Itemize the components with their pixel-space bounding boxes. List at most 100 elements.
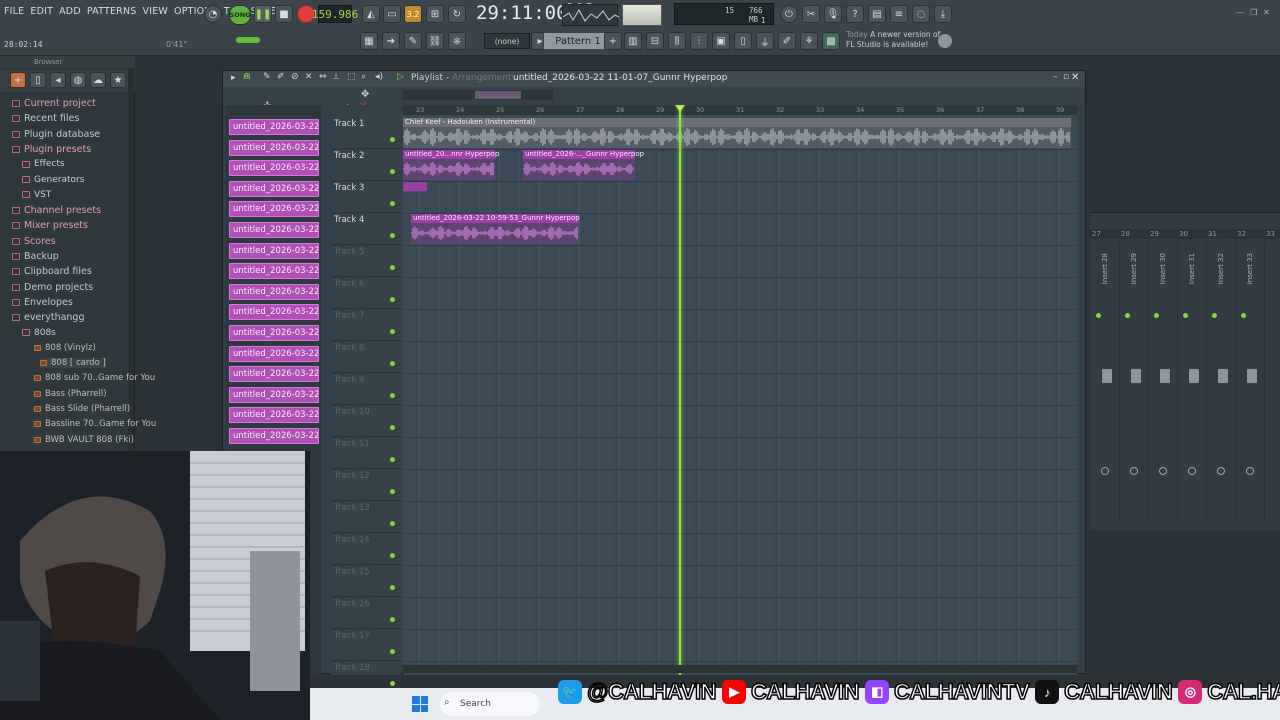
track-header[interactable]: Track 13 — [331, 501, 401, 533]
browser-item[interactable]: Bassline 70..Game for You — [34, 419, 156, 429]
track-mute-led[interactable] — [390, 361, 395, 366]
store-icon[interactable]: ▩ — [822, 32, 840, 50]
track-mute-led[interactable] — [390, 681, 395, 686]
metronome-icon[interactable]: ◭ — [362, 5, 380, 23]
track-mute-led[interactable] — [390, 521, 395, 526]
stamp-icon[interactable]: ⎈ — [448, 32, 466, 50]
master-volume-slider[interactable] — [236, 37, 260, 43]
news-panel[interactable]: Today A newer version of FL Studio is av… — [846, 30, 946, 50]
close-icon[interactable]: ✕ — [1263, 8, 1270, 17]
browser-item[interactable]: Mixer presets — [12, 220, 88, 231]
cut-icon[interactable]: ✂ — [802, 5, 820, 23]
chat-icon[interactable]: ◌ — [912, 5, 930, 23]
power-icon[interactable]: ⏻ — [780, 5, 798, 23]
slip-tool-icon[interactable]: ⇔ — [319, 72, 327, 82]
menu-edit[interactable]: EDIT — [30, 6, 53, 17]
track-mute-led[interactable] — [390, 137, 395, 142]
track-mute-led[interactable] — [390, 329, 395, 334]
pattern-item[interactable]: untitled_2026-03-22 10- — [229, 263, 319, 280]
pattern-item[interactable]: untitled_2026-03-22 10- — [229, 325, 319, 341]
browser-item[interactable]: Generators — [22, 175, 84, 185]
track-header[interactable]: Track 2 — [331, 149, 401, 181]
insert-pan-knob[interactable] — [1188, 467, 1196, 475]
browser-item[interactable]: Demo projects — [12, 282, 93, 293]
pencil-icon[interactable]: ✎ — [404, 32, 422, 50]
pattern-item[interactable]: untitled_2026-03-22 10- — [229, 407, 319, 424]
browser-item[interactable]: Bass (Pharrell) — [34, 389, 107, 399]
browser-file-icon[interactable]: ▯ — [30, 72, 46, 88]
browser-cloud-icon[interactable]: ☁ — [90, 72, 106, 88]
zoom-tool-icon[interactable]: ⌕ — [361, 72, 366, 82]
audio-clip[interactable]: untitled_20...nnr Hyperpop — [403, 150, 499, 180]
track-header[interactable]: Track 12 — [331, 469, 401, 501]
plug-icon[interactable]: ⏚ — [756, 32, 774, 50]
mixer-insert[interactable]: Insert 28 — [1092, 243, 1120, 523]
magnet-icon[interactable]: ⋒ — [243, 72, 251, 82]
insert-fader[interactable] — [1218, 369, 1228, 383]
browser-item[interactable]: 808 (Vinylz) — [34, 343, 96, 353]
pattern-item[interactable]: untitled_2026-03-22 10- — [229, 345, 319, 362]
delete-tool-icon[interactable]: ⊘ — [291, 72, 299, 82]
insert-enable-led[interactable] — [1154, 313, 1159, 318]
link-icon[interactable]: ⛓ — [426, 32, 444, 50]
pattern-item[interactable]: untitled_2026-03-22 10- — [229, 222, 319, 238]
track-header[interactable]: Track 7 — [331, 309, 401, 341]
insert-pan-knob[interactable] — [1101, 467, 1109, 475]
insert-enable-led[interactable] — [1241, 313, 1246, 318]
browser-item[interactable]: Bass Slide (Pharrell) — [34, 404, 130, 414]
track-header[interactable]: Track 11 — [331, 437, 401, 469]
pattern-item[interactable]: untitled_2026-03-22 10- — [229, 366, 319, 383]
timeline-ruler[interactable]: 23 24 25 26 27 28 29 30 31 32 33 34 35 36 37 38 39 — [403, 105, 1077, 115]
menu-view[interactable]: VIEW — [143, 6, 169, 17]
mixer-insert[interactable]: Insert 32 — [1208, 243, 1236, 523]
track-header[interactable]: Track 15 — [331, 565, 401, 597]
mute-tool-icon[interactable]: ✕ — [305, 72, 313, 82]
insert-pan-knob[interactable] — [1217, 467, 1225, 475]
insert-enable-led[interactable] — [1096, 313, 1101, 318]
pause-button[interactable]: ❚❚ — [254, 5, 272, 23]
insert-fader[interactable] — [1189, 369, 1199, 383]
menu-add[interactable]: ADD — [59, 6, 81, 17]
browser-item[interactable]: 808s — [22, 328, 56, 338]
menu-file[interactable]: FILE — [4, 6, 24, 17]
plugin-icon[interactable]: ⚘ — [800, 32, 818, 50]
browser-item[interactable]: BWB VAULT 808 (Fki) — [34, 435, 134, 445]
browser-item[interactable]: Channel presets — [12, 205, 101, 216]
browser-scrollbar[interactable] — [128, 68, 134, 456]
audio-clip[interactable]: untitled_2026-03-22 10-59-53_Gunnr Hyper… — [411, 214, 580, 244]
pattern-item[interactable]: untitled_2026-03-22 10- — [229, 386, 319, 403]
menu-patterns[interactable]: PATTERNS — [87, 6, 137, 17]
browser-item[interactable]: Plugin database — [12, 129, 100, 140]
browser-item[interactable]: Backup — [12, 251, 59, 262]
browser-item[interactable]: 808 sub 70..Game for You — [34, 373, 155, 383]
insert-pan-knob[interactable] — [1246, 467, 1254, 475]
playlist-close-icon[interactable]: ✕ — [1071, 72, 1079, 83]
insert-enable-led[interactable] — [1125, 313, 1130, 318]
insert-pan-knob[interactable] — [1130, 467, 1138, 475]
browser-item[interactable]: Current project — [12, 98, 96, 109]
pattern-item[interactable]: untitled_2026-03-22 10- — [229, 119, 319, 135]
track-header[interactable]: Track 5 — [331, 245, 401, 277]
insert-fader[interactable] — [1247, 369, 1257, 383]
browser-item[interactable]: 808 [ cardo ] — [40, 358, 106, 369]
overview-thumb[interactable] — [475, 91, 521, 99]
windows-start-icon[interactable] — [412, 696, 428, 712]
track-header[interactable]: Track 4 — [331, 213, 401, 245]
pattern-item[interactable]: untitled_2026-03-22 10- — [229, 160, 319, 177]
browser-item[interactable]: Plugin presets — [12, 144, 91, 155]
song-mode-button[interactable]: SONG — [229, 5, 251, 25]
track-mute-led[interactable] — [390, 489, 395, 494]
paint-tool-icon[interactable]: ✐ — [277, 72, 285, 82]
pattern-item[interactable]: untitled_2026-03-22 10- — [229, 139, 319, 156]
piano-roll-icon[interactable]: ▦ — [360, 32, 378, 50]
browser-item[interactable]: everythangg — [12, 312, 85, 323]
mixer-window-icon[interactable]: ⫼ — [668, 32, 686, 50]
playlist-maximize-icon[interactable]: ▫ — [1063, 72, 1069, 82]
track-header[interactable]: Track 8 — [331, 341, 401, 373]
track-header[interactable]: Track 14 — [331, 533, 401, 565]
pattern-item[interactable]: untitled_2026-03-22 10- — [229, 242, 319, 259]
add-pattern-icon[interactable]: + — [604, 32, 622, 50]
stop-button[interactable]: ■ — [275, 5, 293, 23]
sliders-icon[interactable]: ⫶ — [690, 32, 708, 50]
insert-enable-led[interactable] — [1183, 313, 1188, 318]
